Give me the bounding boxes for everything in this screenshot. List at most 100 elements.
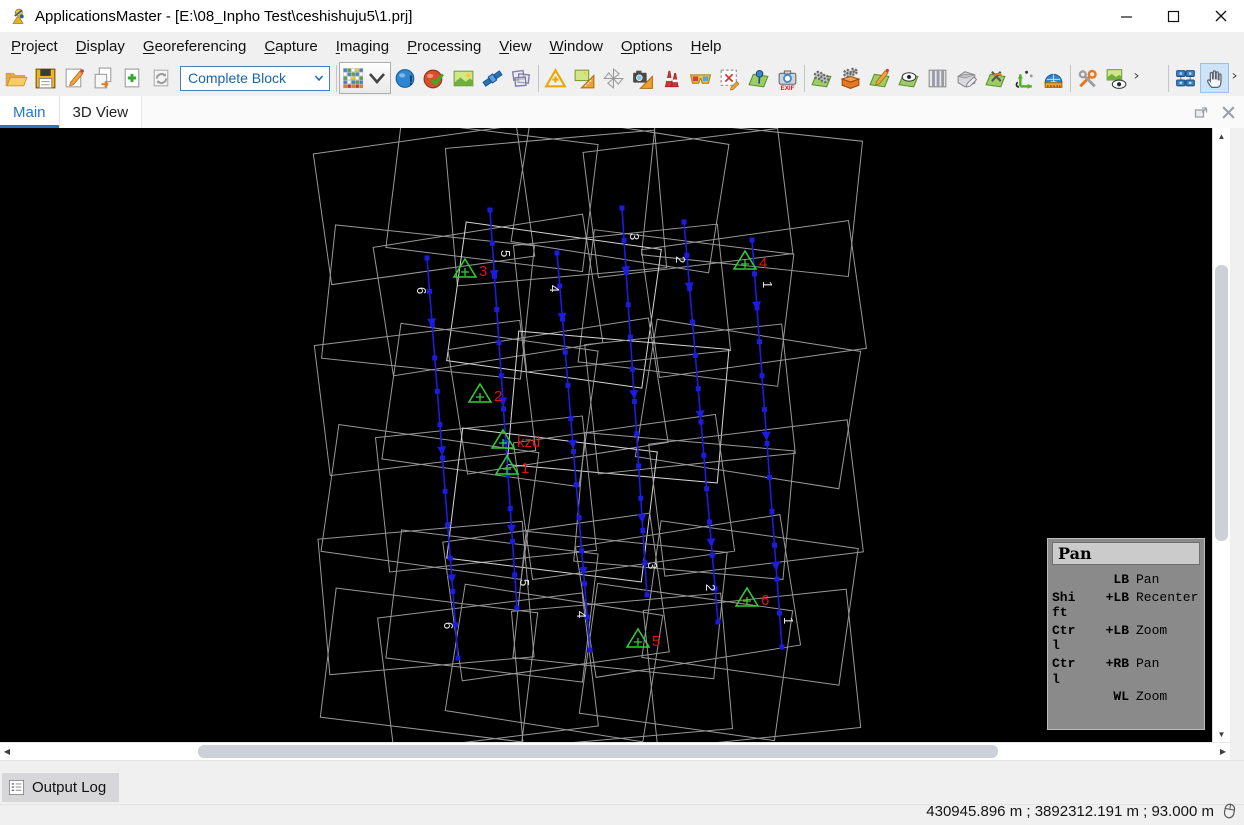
image-footprint xyxy=(511,128,729,273)
camera-ruler-button[interactable] xyxy=(628,63,657,93)
open-project-icon xyxy=(4,66,29,91)
menu-window[interactable]: Window xyxy=(541,35,612,58)
menu-processing[interactable]: Processing xyxy=(398,35,490,58)
photo-center xyxy=(693,353,698,358)
horizontal-scrollbar-thumb[interactable] xyxy=(198,745,998,758)
menu-help[interactable]: Help xyxy=(682,35,731,58)
pencil-map-icon xyxy=(867,66,892,91)
gears-box-button[interactable] xyxy=(836,63,865,93)
strips-panel-button[interactable] xyxy=(923,63,952,93)
menu-georeferencing[interactable]: Georeferencing xyxy=(134,35,255,58)
photo-center xyxy=(770,509,775,514)
vertical-scrollbar-thumb[interactable] xyxy=(1215,265,1228,541)
sphere-check-button[interactable] xyxy=(420,63,449,93)
sphere-info-button[interactable]: ! xyxy=(391,63,420,93)
image-eye-button[interactable] xyxy=(1102,63,1131,93)
gears-map-button[interactable] xyxy=(807,63,836,93)
scroll-left-arrow[interactable]: ◀ xyxy=(0,743,14,760)
photo-center xyxy=(716,620,721,625)
block-mode-value: Complete Block xyxy=(188,70,286,86)
pan-action: Pan xyxy=(1136,656,1200,687)
scroll-right-arrow[interactable]: ▶ xyxy=(1216,743,1230,760)
photo-center xyxy=(750,238,755,243)
photo-center xyxy=(566,383,571,388)
copy-pages-button[interactable] xyxy=(89,63,118,93)
photo-center xyxy=(582,581,587,586)
menu-options[interactable]: Options xyxy=(612,35,682,58)
thumbnail-grid-icon xyxy=(341,66,365,90)
menu-view[interactable]: View xyxy=(490,35,540,58)
output-log-button[interactable]: Output Log xyxy=(2,773,119,802)
building-pencil-button[interactable] xyxy=(952,63,981,93)
vertical-scrollbar[interactable]: ▲ ▼ xyxy=(1212,128,1230,742)
strip-label-bottom: 3 xyxy=(645,562,660,569)
edit-project-button[interactable] xyxy=(60,63,89,93)
toolbar-separator xyxy=(538,65,539,92)
pan-mouse-button: LB xyxy=(1087,572,1129,588)
image-footprint xyxy=(513,224,730,372)
thumbnail-grid-button[interactable] xyxy=(339,62,391,94)
save-project-button[interactable] xyxy=(31,63,60,93)
overflow-chevron[interactable] xyxy=(1229,63,1242,93)
toolbar-right-group xyxy=(1166,63,1242,93)
eye-map-button[interactable] xyxy=(894,63,923,93)
menu-project[interactable]: Project xyxy=(2,35,67,58)
image-viewer-button[interactable] xyxy=(449,63,478,93)
pan-hand-icon xyxy=(1202,66,1227,91)
photo-center xyxy=(488,208,493,213)
minimize-button[interactable] xyxy=(1103,0,1150,32)
block-view-canvas[interactable]: 665544332211342kzd165 Pan LBPanShift+LBR… xyxy=(0,128,1212,742)
restore-window-icon[interactable] xyxy=(1193,104,1209,120)
image-ruler-button[interactable] xyxy=(570,63,599,93)
building-pencil-icon xyxy=(954,66,979,91)
log-list-icon xyxy=(7,778,26,797)
pencil-map-button[interactable] xyxy=(865,63,894,93)
tools-map-button[interactable] xyxy=(981,63,1010,93)
close-button[interactable] xyxy=(1197,0,1244,32)
control-point-4: 4 xyxy=(734,251,767,272)
refresh-pages-button[interactable] xyxy=(147,63,176,93)
extent-edit-button[interactable] xyxy=(715,63,744,93)
flight-direction-arrow xyxy=(771,562,781,572)
horizontal-scrollbar[interactable]: ◀ ▶ xyxy=(0,742,1230,760)
wrench-tools-button[interactable] xyxy=(1073,63,1102,93)
pin-map-button[interactable] xyxy=(744,63,773,93)
tab-main[interactable]: Main xyxy=(0,96,60,128)
chevron-down-icon xyxy=(365,66,389,90)
tab-3d-view[interactable]: 3D View xyxy=(60,96,143,128)
scroll-down-arrow[interactable]: ▼ xyxy=(1213,727,1230,741)
overflow-chevron[interactable] xyxy=(1131,63,1144,93)
footprints-button[interactable] xyxy=(507,63,536,93)
photo-center xyxy=(440,456,445,461)
close-view-icon[interactable] xyxy=(1221,105,1236,120)
image-viewer-icon xyxy=(451,66,476,91)
photo-center xyxy=(762,407,767,412)
control-point-kzd: kzd xyxy=(492,430,540,451)
maximize-button[interactable] xyxy=(1150,0,1197,32)
menu-capture[interactable]: Capture xyxy=(255,35,326,58)
stereo-glasses-button[interactable] xyxy=(686,63,715,93)
camera-network-button[interactable] xyxy=(1171,63,1200,93)
open-project-button[interactable] xyxy=(2,63,31,93)
pan-hand-button[interactable] xyxy=(1200,63,1229,93)
scroll-up-arrow[interactable]: ▲ xyxy=(1213,129,1230,143)
photo-center xyxy=(780,645,785,650)
pinwheel-button[interactable] xyxy=(599,63,628,93)
menu-display[interactable]: Display xyxy=(67,35,134,58)
satellite-button[interactable] xyxy=(478,63,507,93)
globe-ruler-button[interactable] xyxy=(1039,63,1068,93)
photo-center xyxy=(437,422,442,427)
camera-exif-button[interactable]: EXIF xyxy=(773,63,802,93)
transform-axes-button[interactable] xyxy=(1010,63,1039,93)
save-project-icon xyxy=(33,66,58,91)
block-mode-combobox[interactable]: Complete Block xyxy=(180,66,330,91)
photo-center xyxy=(445,522,450,527)
antenna-button[interactable] xyxy=(657,63,686,93)
menu-imaging[interactable]: Imaging xyxy=(327,35,398,58)
add-page-button[interactable] xyxy=(118,63,147,93)
app-icon xyxy=(8,6,28,26)
pan-legend-rows: LBPanShift+LBRecenterCtrl+LBZoomCtrl+RBP… xyxy=(1052,572,1200,705)
photo-center xyxy=(622,238,627,243)
triangle-add-button[interactable] xyxy=(541,63,570,93)
image-footprint xyxy=(574,433,794,580)
